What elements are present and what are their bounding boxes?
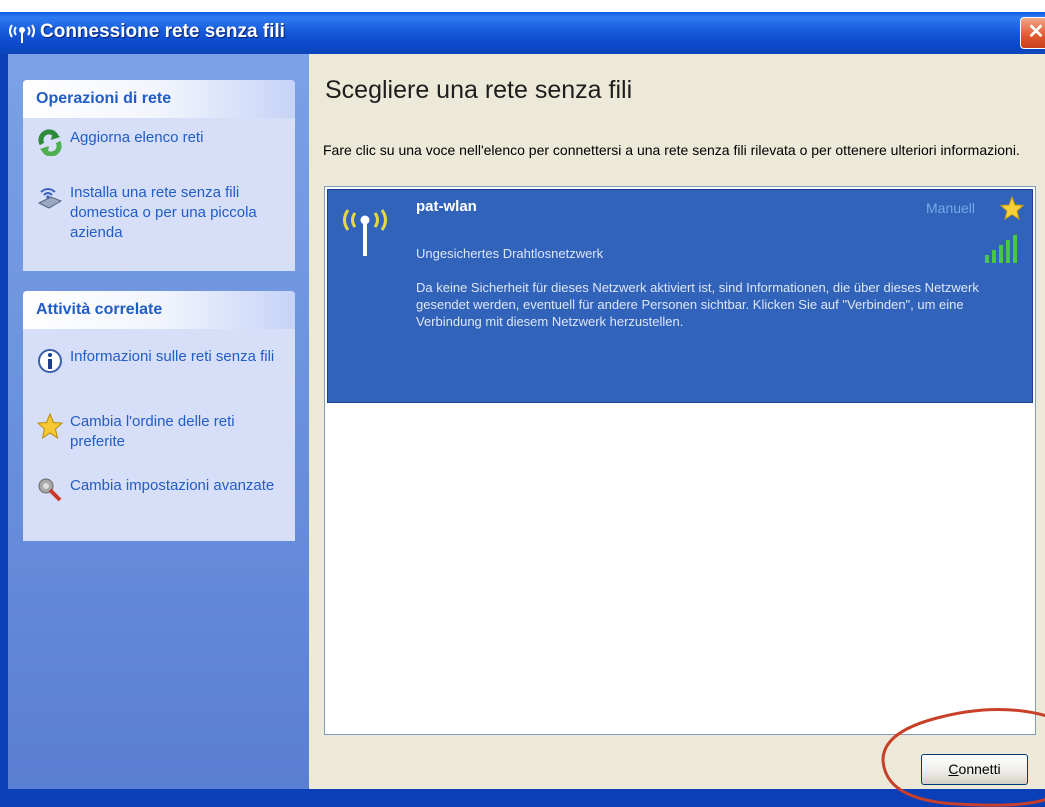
refresh-network-list-label: Aggiorna elenco reti (70, 129, 204, 146)
star-icon (36, 412, 64, 440)
task-pane: Operazioni di rete Aggiorna elenco reti (8, 54, 309, 789)
network-tasks-title: Operazioni di rete (36, 90, 172, 107)
refresh-icon (38, 129, 62, 156)
setup-wireless-network-label: Installa una rete senza fili domestica o… (70, 184, 257, 241)
page-title: Scegliere una rete senza fili (325, 76, 633, 104)
network-description: Da keine Sicherheit für dieses Netzwerk … (416, 280, 979, 329)
signal-strength-icon (985, 235, 1017, 263)
preferred-network-star-icon (1000, 196, 1024, 220)
network-tasks-panel: Operazioni di rete Aggiorna elenco reti (23, 80, 295, 271)
related-tasks-header[interactable]: Attività correlate (23, 291, 295, 329)
network-list-item[interactable]: pat-wlan Manuell Ungesichertes Drahtlosn… (327, 189, 1033, 403)
wireless-network-icon (343, 209, 387, 256)
connect-button[interactable]: Connetti (921, 754, 1028, 785)
advanced-settings-label: Cambia impostazioni avanzate (70, 477, 275, 494)
settings-icon (38, 478, 62, 502)
change-network-order-label: Cambia l'ordine delle reti preferite (70, 413, 235, 450)
wireless-connection-window: Connessione rete senza fili ✕ Operazioni… (0, 0, 1045, 807)
title-bar[interactable]: Connessione rete senza fili (0, 12, 1045, 54)
window-title: Connessione rete senza fili (40, 21, 285, 42)
instruction-text: Fare clic su una voce nell'elenco per co… (323, 142, 1020, 158)
network-setup-icon (37, 188, 63, 209)
wireless-info-label: Informazioni sulle reti senza fili (70, 348, 275, 365)
connect-accesskey: C (948, 761, 959, 777)
network-ssid: pat-wlan (416, 198, 477, 215)
related-tasks-panel: Attività correlate Informazioni sulle re… (23, 291, 295, 541)
network-list[interactable]: pat-wlan Manuell Ungesichertes Drahtlosn… (324, 186, 1036, 735)
network-security-label: Ungesichertes Drahtlosnetzwerk (416, 246, 604, 261)
network-mode: Manuell (926, 200, 976, 216)
close-button[interactable]: ✕ (1020, 17, 1045, 49)
network-tasks-header[interactable]: Operazioni di rete (23, 80, 295, 118)
connect-button-label: onnetti (958, 761, 1001, 777)
info-icon (38, 349, 62, 373)
related-tasks-title: Attività correlate (36, 301, 163, 318)
wireless-network-icon (9, 24, 35, 43)
main-content: Scegliere una rete senza fili Fare clic … (309, 54, 1045, 789)
